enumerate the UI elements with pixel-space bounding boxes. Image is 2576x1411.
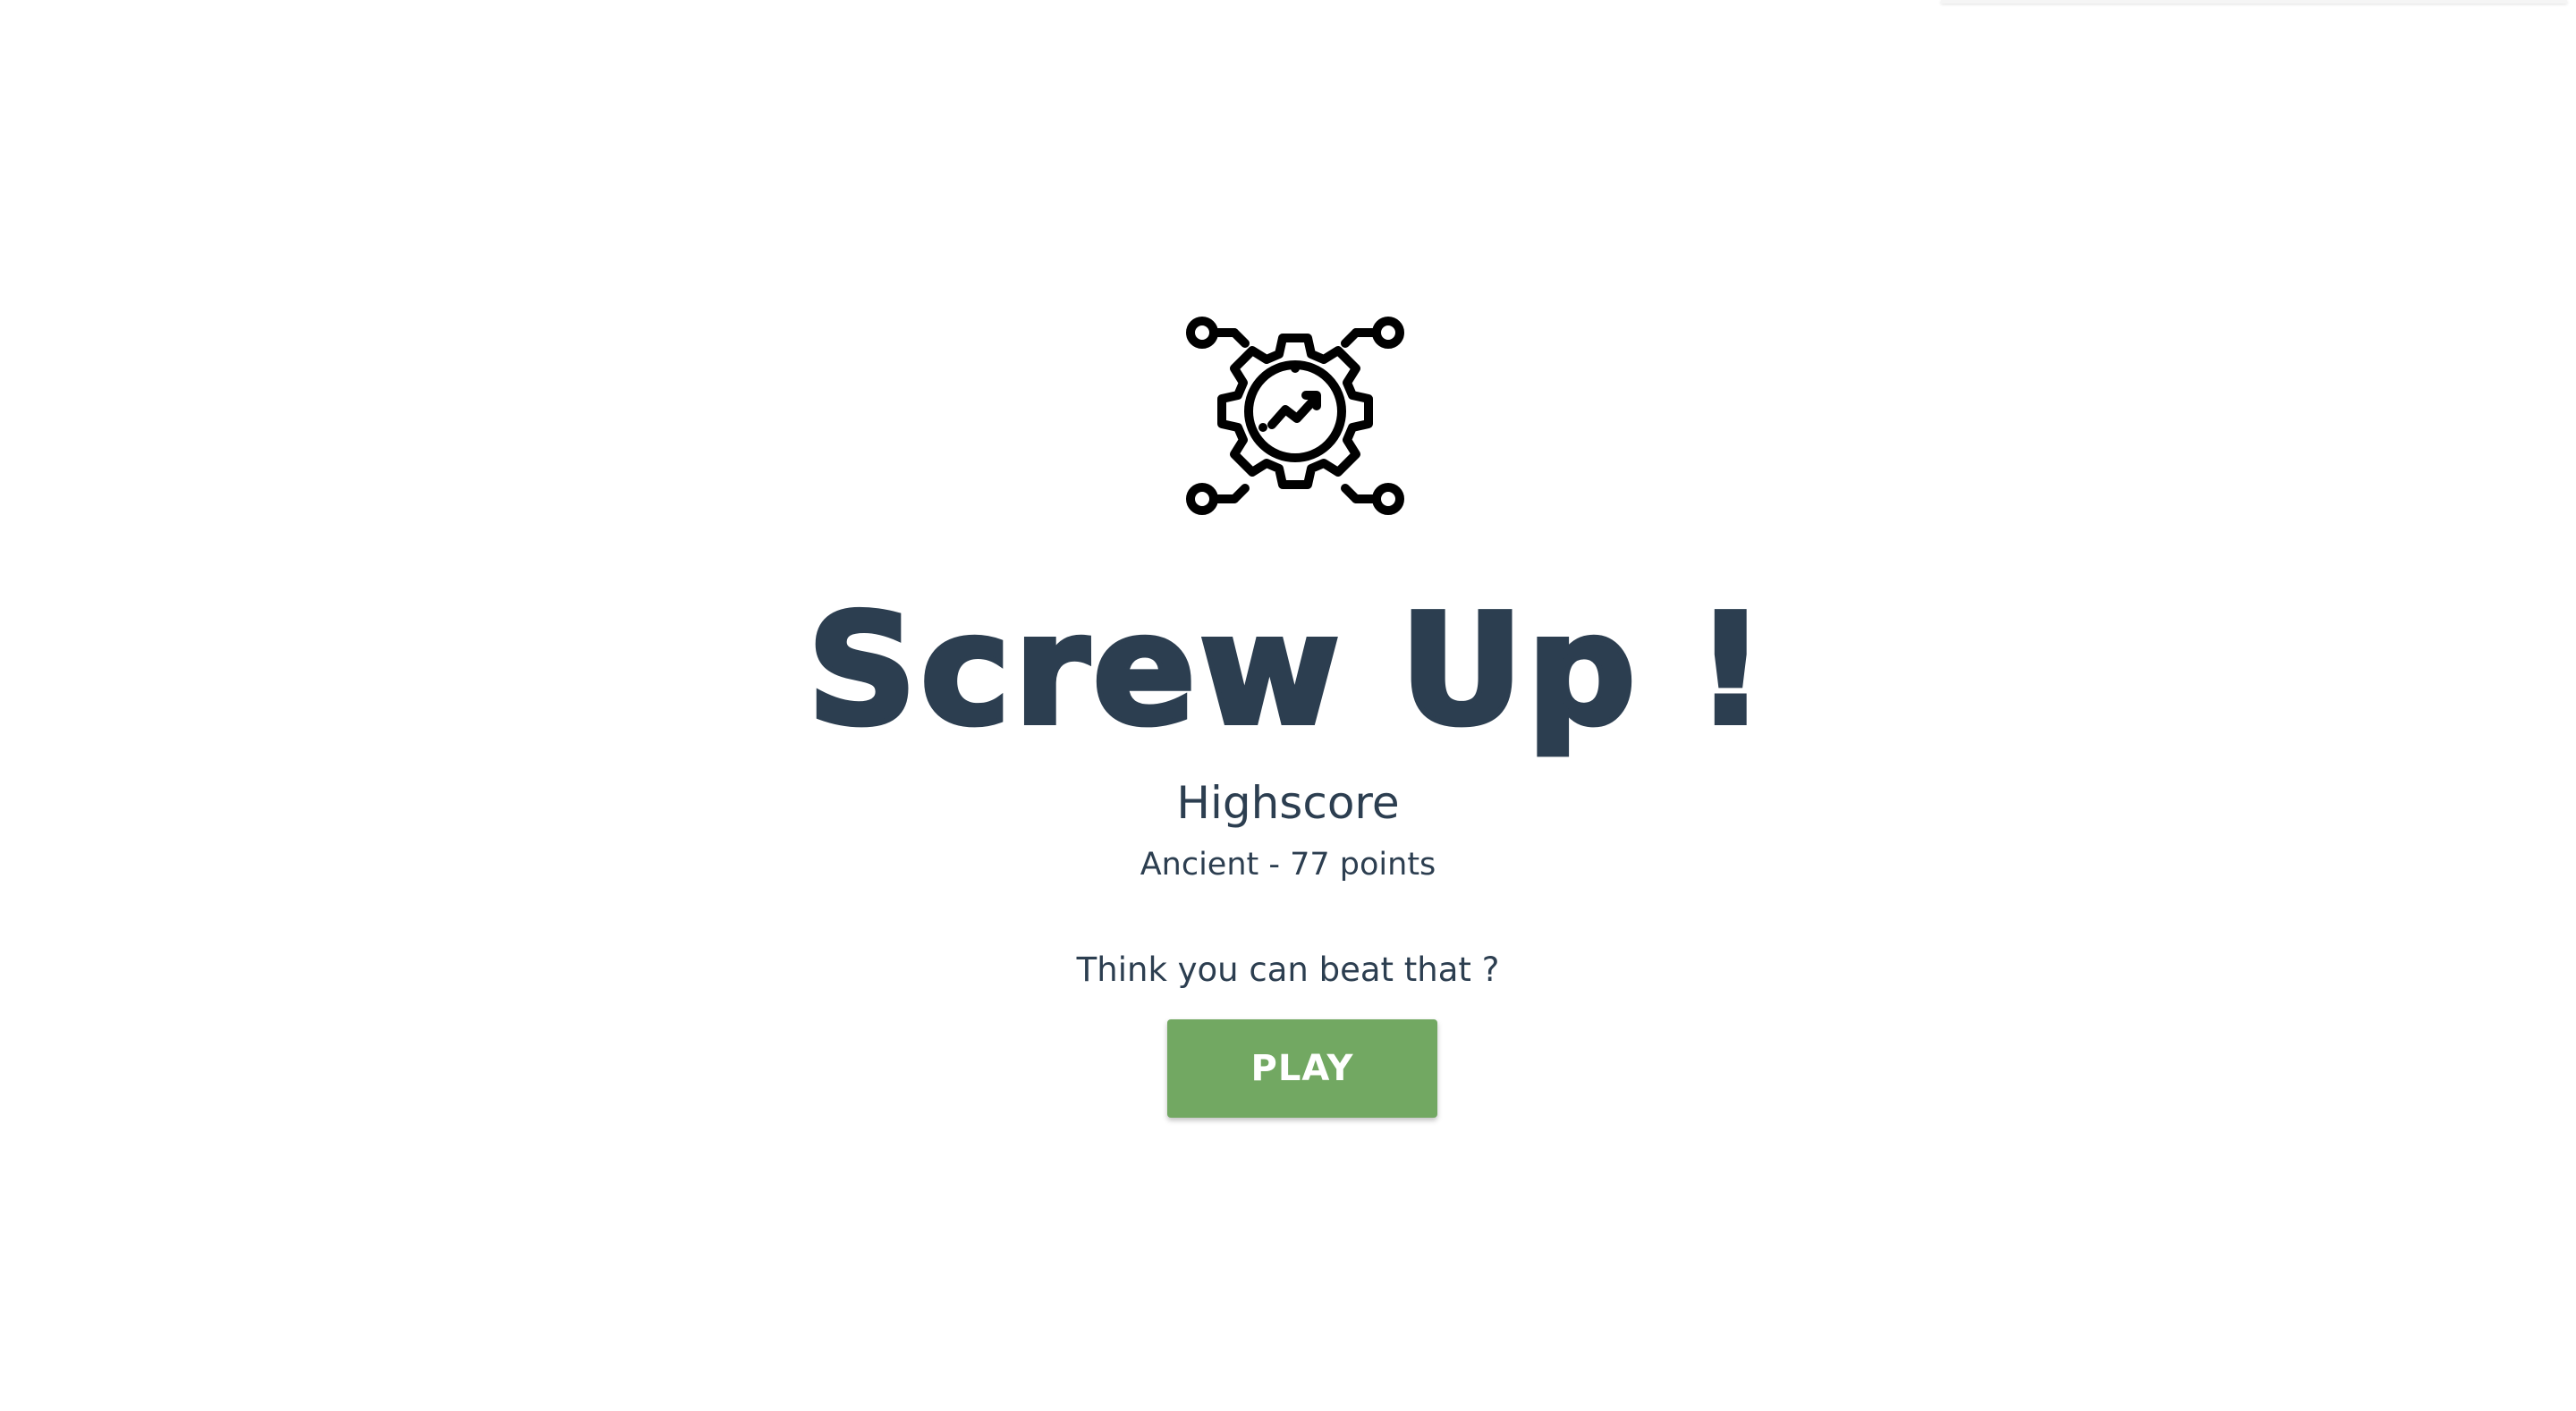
gear-growth-network-icon [1186, 317, 1404, 515]
top-edge-panel [1941, 0, 2567, 4]
game-title: Screw Up ! [804, 582, 1769, 759]
start-screen: Screw Up ! Highscore Ancient - 77 points… [0, 0, 2576, 1411]
challenge-text: Think you can beat that ? [1076, 951, 1500, 989]
play-button[interactable]: PLAY [1167, 1019, 1437, 1118]
highscore-value: Ancient - 77 points [1140, 847, 1436, 883]
highscore-label: Highscore [1176, 777, 1400, 829]
